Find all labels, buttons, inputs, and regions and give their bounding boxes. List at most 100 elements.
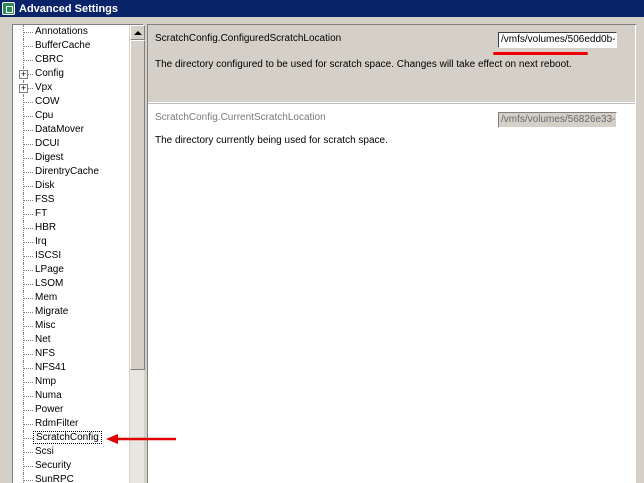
annotation-arrow-icon — [106, 434, 176, 444]
tree-item-rdmfilter[interactable]: RdmFilter — [13, 417, 129, 431]
tree-item-label: SunRPC — [35, 474, 74, 483]
tree-item-cpu[interactable]: Cpu — [13, 109, 129, 123]
tree-item-hbr[interactable]: HBR — [13, 221, 129, 235]
tree-item-nfs41[interactable]: NFS41 — [13, 361, 129, 375]
tree-item-fss[interactable]: FSS — [13, 193, 129, 207]
tree-item-datamover[interactable]: DataMover — [13, 123, 129, 137]
scroll-thumb[interactable] — [130, 40, 145, 370]
tree-item-label: Disk — [35, 180, 55, 191]
tree-branch-line — [23, 249, 33, 263]
tree-branch-line — [23, 151, 33, 165]
tree-item-label: DataMover — [35, 124, 84, 135]
tree-item-config[interactable]: + Config — [13, 67, 129, 81]
tree-item-misc[interactable]: Misc — [13, 319, 129, 333]
expand-plus-icon[interactable]: + — [19, 70, 28, 79]
tree-item-label: FT — [35, 208, 48, 219]
tree-branch-line — [23, 221, 33, 235]
tree-item-label: Migrate — [35, 306, 69, 317]
tree-item-net[interactable]: Net — [13, 333, 129, 347]
window-edge — [636, 24, 644, 483]
tree-branch-line — [23, 445, 33, 459]
tree-item-label: COW — [35, 96, 60, 107]
settings-tree-list: Annotations BufferCache CBRC + Config + Vpx COW… — [13, 25, 129, 483]
configured-scratch-location-input[interactable]: /vmfs/volumes/506edd0b-p — [498, 32, 617, 48]
tree-branch-line — [23, 179, 33, 193]
tree-item-buffercache[interactable]: BufferCache — [13, 39, 129, 53]
tree-item-migrate[interactable]: Migrate — [13, 305, 129, 319]
tree-item-direntrycache[interactable]: DirentryCache — [13, 165, 129, 179]
current-scratch-location-field: /vmfs/volumes/56826e33-7 — [498, 112, 617, 128]
tree-branch-line — [23, 431, 33, 445]
tree-item-iscsi[interactable]: ISCSI — [13, 249, 129, 263]
app-icon — [2, 2, 15, 15]
tree-item-mem[interactable]: Mem — [13, 291, 129, 305]
tree-item-label: Security — [35, 460, 72, 471]
setting-current-scratch-location: ScratchConfig.CurrentScratchLocation /vm… — [148, 103, 635, 173]
settings-tree: Annotations BufferCache CBRC + Config + Vpx COW… — [12, 24, 145, 483]
tree-branch-line — [23, 39, 33, 53]
tree-branch-line — [23, 389, 33, 403]
tree-item-sunrpc[interactable]: SunRPC — [13, 473, 129, 483]
annotation-underline — [493, 52, 588, 55]
tree-item-label: HBR — [35, 222, 57, 233]
tree-branch-line — [23, 165, 33, 179]
tree-item-annotations[interactable]: Annotations — [13, 25, 129, 39]
window-title: Advanced Settings — [19, 2, 119, 15]
title-bar: Advanced Settings — [0, 0, 644, 17]
tree-branch-line — [23, 375, 33, 389]
tree-branch-line — [23, 459, 33, 473]
tree-item-label: DirentryCache — [35, 166, 99, 177]
expand-plus-icon[interactable]: + — [19, 84, 28, 93]
tree-branch-line — [23, 193, 33, 207]
setting-name: ScratchConfig.ConfiguredScratchLocation — [155, 33, 342, 44]
tree-item-cbrc[interactable]: CBRC — [13, 53, 129, 67]
tree-branch-line — [23, 25, 33, 39]
tree-item-scsi[interactable]: Scsi — [13, 445, 129, 459]
tree-item-label: ISCSI — [35, 250, 62, 261]
tree-item-ft[interactable]: FT — [13, 207, 129, 221]
tree-item-vpx[interactable]: + Vpx — [13, 81, 129, 95]
tree-branch-line — [23, 417, 33, 431]
tree-item-label: RdmFilter — [35, 418, 79, 429]
setting-name: ScratchConfig.CurrentScratchLocation — [155, 112, 326, 123]
tree-branch-line — [23, 263, 33, 277]
tree-branch-line — [23, 109, 33, 123]
tree-branch-line — [23, 305, 33, 319]
tree-item-numa[interactable]: Numa — [13, 389, 129, 403]
tree-branch-line — [23, 95, 33, 109]
tree-item-lpage[interactable]: LPage — [13, 263, 129, 277]
tree-item-label: Nmp — [35, 376, 57, 387]
tree-item-label: Cpu — [35, 110, 54, 121]
tree-item-label: Power — [35, 404, 64, 415]
tree-item-label: Irq — [35, 236, 47, 247]
tree-item-security[interactable]: Security — [13, 459, 129, 473]
tree-item-power[interactable]: Power — [13, 403, 129, 417]
tree-branch-line — [23, 333, 33, 347]
scroll-up-icon[interactable] — [130, 25, 145, 40]
tree-scrollbar[interactable] — [129, 25, 145, 483]
tree-item-lsom[interactable]: LSOM — [13, 277, 129, 291]
tree-item-label: Annotations — [35, 26, 88, 37]
tree-branch-line — [23, 123, 33, 137]
tree-item-label: LSOM — [35, 278, 64, 289]
tree-item-label: BufferCache — [35, 40, 91, 51]
tree-item-label: Numa — [35, 390, 62, 401]
tree-item-dcui[interactable]: DCUI — [13, 137, 129, 151]
tree-branch-line — [23, 235, 33, 249]
tree-item-label: Mem — [35, 292, 58, 303]
tree-item-label: Digest — [35, 152, 64, 163]
tree-branch-line — [23, 347, 33, 361]
tree-branch-line — [23, 403, 33, 417]
tree-item-digest[interactable]: Digest — [13, 151, 129, 165]
tree-item-label: DCUI — [35, 138, 60, 149]
tree-item-disk[interactable]: Disk — [13, 179, 129, 193]
setting-description: The directory currently being used for s… — [155, 135, 388, 146]
tree-item-label: FSS — [35, 194, 55, 205]
tree-item-cow[interactable]: COW — [13, 95, 129, 109]
tree-branch-line — [23, 277, 33, 291]
tree-item-nmp[interactable]: Nmp — [13, 375, 129, 389]
setting-configured-scratch-location: ScratchConfig.ConfiguredScratchLocation … — [148, 25, 635, 102]
tree-item-irq[interactable]: Irq — [13, 235, 129, 249]
tree-item-nfs[interactable]: NFS — [13, 347, 129, 361]
tree-item-label: Vpx — [35, 82, 53, 93]
